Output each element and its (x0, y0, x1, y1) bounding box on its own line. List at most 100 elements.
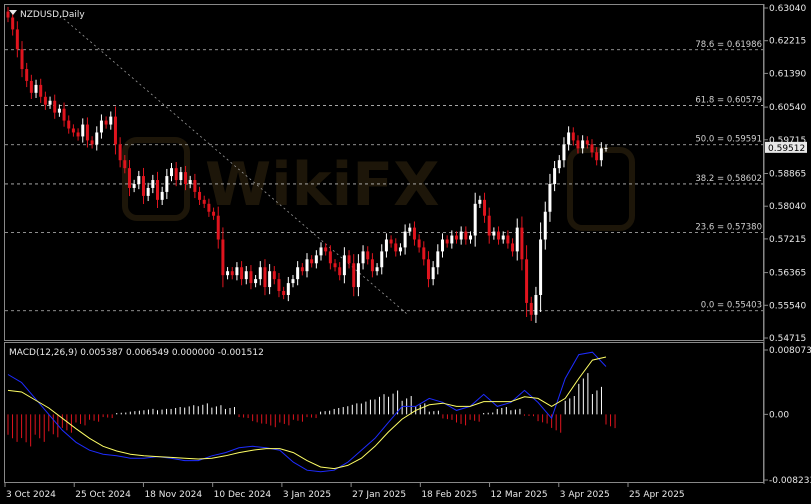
candle-body (347, 255, 351, 264)
candle-body (53, 100, 57, 113)
candle-body (319, 247, 323, 256)
macd-tick-label: -0.008233 (769, 476, 811, 486)
candle-body (240, 267, 244, 280)
candle-body (137, 176, 141, 184)
candle-body (370, 259, 374, 272)
candle-body (576, 140, 580, 149)
candle-body (230, 271, 234, 276)
candle-body (198, 191, 202, 200)
candle-body (492, 231, 496, 236)
candle-body (515, 227, 519, 252)
price-tick-label: 0.61390 (769, 69, 806, 79)
candle-body (314, 255, 318, 264)
candle-body (235, 267, 239, 276)
candle-body (249, 271, 253, 284)
price-tick-label: 0.58865 (769, 169, 806, 179)
candle-body (170, 168, 174, 177)
candle-body (300, 267, 304, 272)
candle-body (487, 215, 491, 236)
fib-level-label: 78.6 = 0.61986 (695, 40, 762, 50)
macd-indicator-label: MACD(12,26,9) 0.005387 0.006549 0.000000… (9, 348, 264, 358)
candle-body (506, 235, 510, 244)
candle-body (342, 255, 346, 276)
fib-level-label: 38.2 = 0.58602 (695, 174, 762, 184)
candle-body (562, 144, 566, 161)
candle-body (48, 100, 52, 105)
candle-body (11, 17, 15, 30)
candle-body (469, 235, 473, 240)
candle-body (34, 84, 38, 93)
candle-body (403, 231, 407, 248)
chart-canvas: WikiFX 78.6 = 0.61986 61.8 = 0.60579 50.0 … (0, 0, 811, 504)
candle-body (361, 251, 365, 264)
candle-body (553, 168, 557, 184)
time-tick-label: 3 Jan 2025 (283, 490, 331, 500)
candle-body (25, 69, 29, 81)
candle-body (455, 235, 458, 240)
candle-body (282, 291, 286, 295)
fib-level-label: 0.0 = 0.55403 (701, 301, 762, 311)
candle-body (76, 132, 80, 137)
candle-body (188, 180, 192, 184)
candle-body (539, 239, 543, 295)
candle-body (151, 180, 155, 188)
candle-body (268, 271, 272, 288)
time-tick-label: 12 Mar 2025 (491, 490, 548, 500)
candle-body (127, 168, 131, 188)
candle-body (296, 267, 300, 280)
candle-body (95, 132, 99, 145)
macd-tick-label: 0.00 (769, 410, 789, 420)
candle-body (571, 132, 575, 141)
candle-body (483, 199, 487, 216)
time-tick-label: 18 Nov 2024 (144, 490, 202, 500)
candle-body (165, 176, 169, 192)
candle-body (338, 267, 342, 276)
candle-body (244, 271, 248, 280)
candle-body (324, 247, 328, 252)
candle-body (511, 243, 515, 252)
candle-body (118, 144, 122, 161)
candle-body (426, 259, 430, 280)
candle-body (595, 152, 599, 161)
candle-body (412, 227, 416, 240)
candle-body (384, 239, 388, 252)
candle-body (291, 279, 295, 284)
candle-body (174, 168, 178, 181)
candle-body (417, 239, 421, 248)
candle-body (478, 199, 482, 204)
time-tick-label: 25 Apr 2025 (629, 490, 685, 500)
candle-body (263, 267, 267, 288)
candle-body (440, 239, 444, 252)
candle-body (6, 11, 10, 18)
time-tick-label: 25 Oct 2024 (75, 490, 131, 500)
candle-body (445, 239, 449, 244)
price-tick-label: 0.62215 (769, 37, 806, 47)
candle-body (590, 144, 594, 153)
candle-body (585, 140, 589, 145)
time-tick-label: 18 Feb 2025 (421, 490, 477, 500)
candle-body (604, 147, 608, 149)
candle-body (548, 184, 552, 212)
price-tick-label: 0.57215 (769, 235, 806, 245)
candle-body (567, 132, 571, 145)
candle-body (113, 116, 117, 145)
price-tick-label: 0.60540 (769, 103, 806, 113)
fib-level-label: 23.6 = 0.57380 (695, 222, 762, 232)
candle-body (408, 227, 412, 232)
price-tick-label: 0.55540 (769, 301, 806, 311)
candle-body (212, 211, 216, 216)
candle-body (90, 140, 94, 145)
svg-text:WikiFX: WikiFX (205, 150, 439, 220)
candle-body (104, 120, 108, 125)
fib-level-label: 50.0 = 0.59591 (695, 135, 762, 145)
candle-body (57, 108, 61, 113)
candle-body (431, 267, 435, 280)
candle-body (216, 215, 220, 240)
candle-body (71, 128, 75, 133)
candle-body (67, 120, 71, 129)
candle-body (525, 259, 529, 303)
time-tick-label: 27 Jan 2025 (352, 490, 406, 500)
candle-body (599, 148, 603, 161)
candle-body (464, 231, 468, 240)
candle-body (366, 251, 370, 260)
